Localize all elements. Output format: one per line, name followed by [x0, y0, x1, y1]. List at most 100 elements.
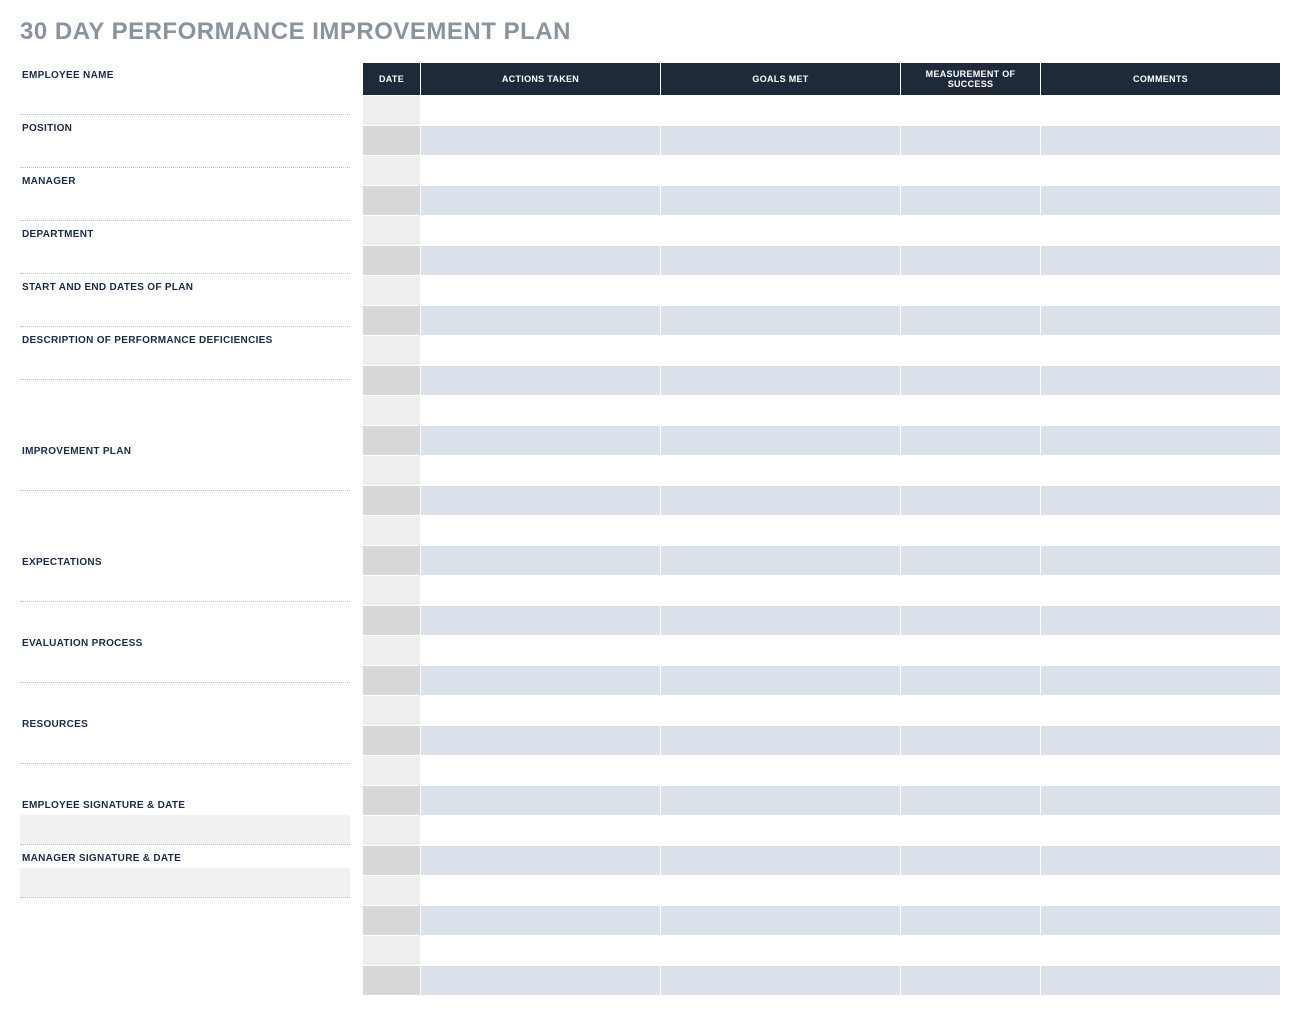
cell-actions[interactable]	[421, 816, 661, 846]
cell-goals[interactable]	[661, 366, 901, 396]
cell-measure[interactable]	[901, 906, 1041, 936]
cell-goals[interactable]	[661, 306, 901, 336]
cell-actions[interactable]	[421, 696, 661, 726]
cell-comments[interactable]	[1041, 846, 1281, 876]
cell-actions[interactable]	[421, 846, 661, 876]
position-field[interactable]	[20, 138, 350, 168]
cell-actions[interactable]	[421, 486, 661, 516]
cell-date[interactable]	[363, 726, 421, 756]
cell-actions[interactable]	[421, 246, 661, 276]
cell-comments[interactable]	[1041, 726, 1281, 756]
cell-measure[interactable]	[901, 246, 1041, 276]
cell-measure[interactable]	[901, 786, 1041, 816]
cell-actions[interactable]	[421, 336, 661, 366]
cell-measure[interactable]	[901, 816, 1041, 846]
cell-comments[interactable]	[1041, 576, 1281, 606]
cell-comments[interactable]	[1041, 306, 1281, 336]
cell-actions[interactable]	[421, 576, 661, 606]
cell-date[interactable]	[363, 786, 421, 816]
cell-goals[interactable]	[661, 576, 901, 606]
cell-date[interactable]	[363, 846, 421, 876]
cell-date[interactable]	[363, 336, 421, 366]
cell-comments[interactable]	[1041, 756, 1281, 786]
cell-actions[interactable]	[421, 306, 661, 336]
cell-measure[interactable]	[901, 186, 1041, 216]
cell-measure[interactable]	[901, 606, 1041, 636]
cell-actions[interactable]	[421, 786, 661, 816]
cell-goals[interactable]	[661, 246, 901, 276]
cell-date[interactable]	[363, 756, 421, 786]
cell-date[interactable]	[363, 666, 421, 696]
cell-date[interactable]	[363, 126, 421, 156]
cell-goals[interactable]	[661, 846, 901, 876]
cell-comments[interactable]	[1041, 366, 1281, 396]
cell-date[interactable]	[363, 576, 421, 606]
cell-date[interactable]	[363, 906, 421, 936]
cell-goals[interactable]	[661, 516, 901, 546]
cell-measure[interactable]	[901, 336, 1041, 366]
cell-date[interactable]	[363, 156, 421, 186]
cell-date[interactable]	[363, 636, 421, 666]
cell-date[interactable]	[363, 516, 421, 546]
cell-actions[interactable]	[421, 396, 661, 426]
cell-measure[interactable]	[901, 876, 1041, 906]
cell-comments[interactable]	[1041, 156, 1281, 186]
cell-goals[interactable]	[661, 636, 901, 666]
cell-comments[interactable]	[1041, 666, 1281, 696]
cell-goals[interactable]	[661, 666, 901, 696]
cell-goals[interactable]	[661, 696, 901, 726]
cell-comments[interactable]	[1041, 816, 1281, 846]
cell-comments[interactable]	[1041, 456, 1281, 486]
cell-comments[interactable]	[1041, 96, 1281, 126]
cell-goals[interactable]	[661, 876, 901, 906]
cell-actions[interactable]	[421, 426, 661, 456]
cell-goals[interactable]	[661, 486, 901, 516]
cell-measure[interactable]	[901, 846, 1041, 876]
cell-date[interactable]	[363, 966, 421, 996]
cell-goals[interactable]	[661, 216, 901, 246]
cell-comments[interactable]	[1041, 516, 1281, 546]
cell-goals[interactable]	[661, 936, 901, 966]
cell-date[interactable]	[363, 486, 421, 516]
cell-measure[interactable]	[901, 276, 1041, 306]
mgr-sig-field[interactable]	[20, 868, 350, 898]
cell-comments[interactable]	[1041, 546, 1281, 576]
cell-actions[interactable]	[421, 156, 661, 186]
cell-comments[interactable]	[1041, 696, 1281, 726]
cell-date[interactable]	[363, 696, 421, 726]
cell-goals[interactable]	[661, 606, 901, 636]
cell-measure[interactable]	[901, 456, 1041, 486]
cell-actions[interactable]	[421, 936, 661, 966]
deficiencies-field[interactable]	[20, 350, 350, 380]
cell-actions[interactable]	[421, 216, 661, 246]
cell-date[interactable]	[363, 276, 421, 306]
cell-measure[interactable]	[901, 696, 1041, 726]
cell-goals[interactable]	[661, 156, 901, 186]
cell-actions[interactable]	[421, 666, 661, 696]
cell-measure[interactable]	[901, 306, 1041, 336]
cell-comments[interactable]	[1041, 606, 1281, 636]
cell-date[interactable]	[363, 186, 421, 216]
cell-actions[interactable]	[421, 186, 661, 216]
evaluation-field[interactable]	[20, 653, 350, 683]
cell-comments[interactable]	[1041, 246, 1281, 276]
cell-goals[interactable]	[661, 546, 901, 576]
cell-measure[interactable]	[901, 396, 1041, 426]
cell-comments[interactable]	[1041, 186, 1281, 216]
cell-measure[interactable]	[901, 936, 1041, 966]
cell-goals[interactable]	[661, 786, 901, 816]
cell-comments[interactable]	[1041, 396, 1281, 426]
cell-measure[interactable]	[901, 126, 1041, 156]
cell-date[interactable]	[363, 426, 421, 456]
resources-field[interactable]	[20, 734, 350, 764]
cell-goals[interactable]	[661, 816, 901, 846]
cell-actions[interactable]	[421, 516, 661, 546]
cell-goals[interactable]	[661, 126, 901, 156]
cell-date[interactable]	[363, 456, 421, 486]
cell-measure[interactable]	[901, 966, 1041, 996]
cell-date[interactable]	[363, 606, 421, 636]
cell-goals[interactable]	[661, 966, 901, 996]
cell-measure[interactable]	[901, 666, 1041, 696]
cell-comments[interactable]	[1041, 906, 1281, 936]
cell-actions[interactable]	[421, 126, 661, 156]
